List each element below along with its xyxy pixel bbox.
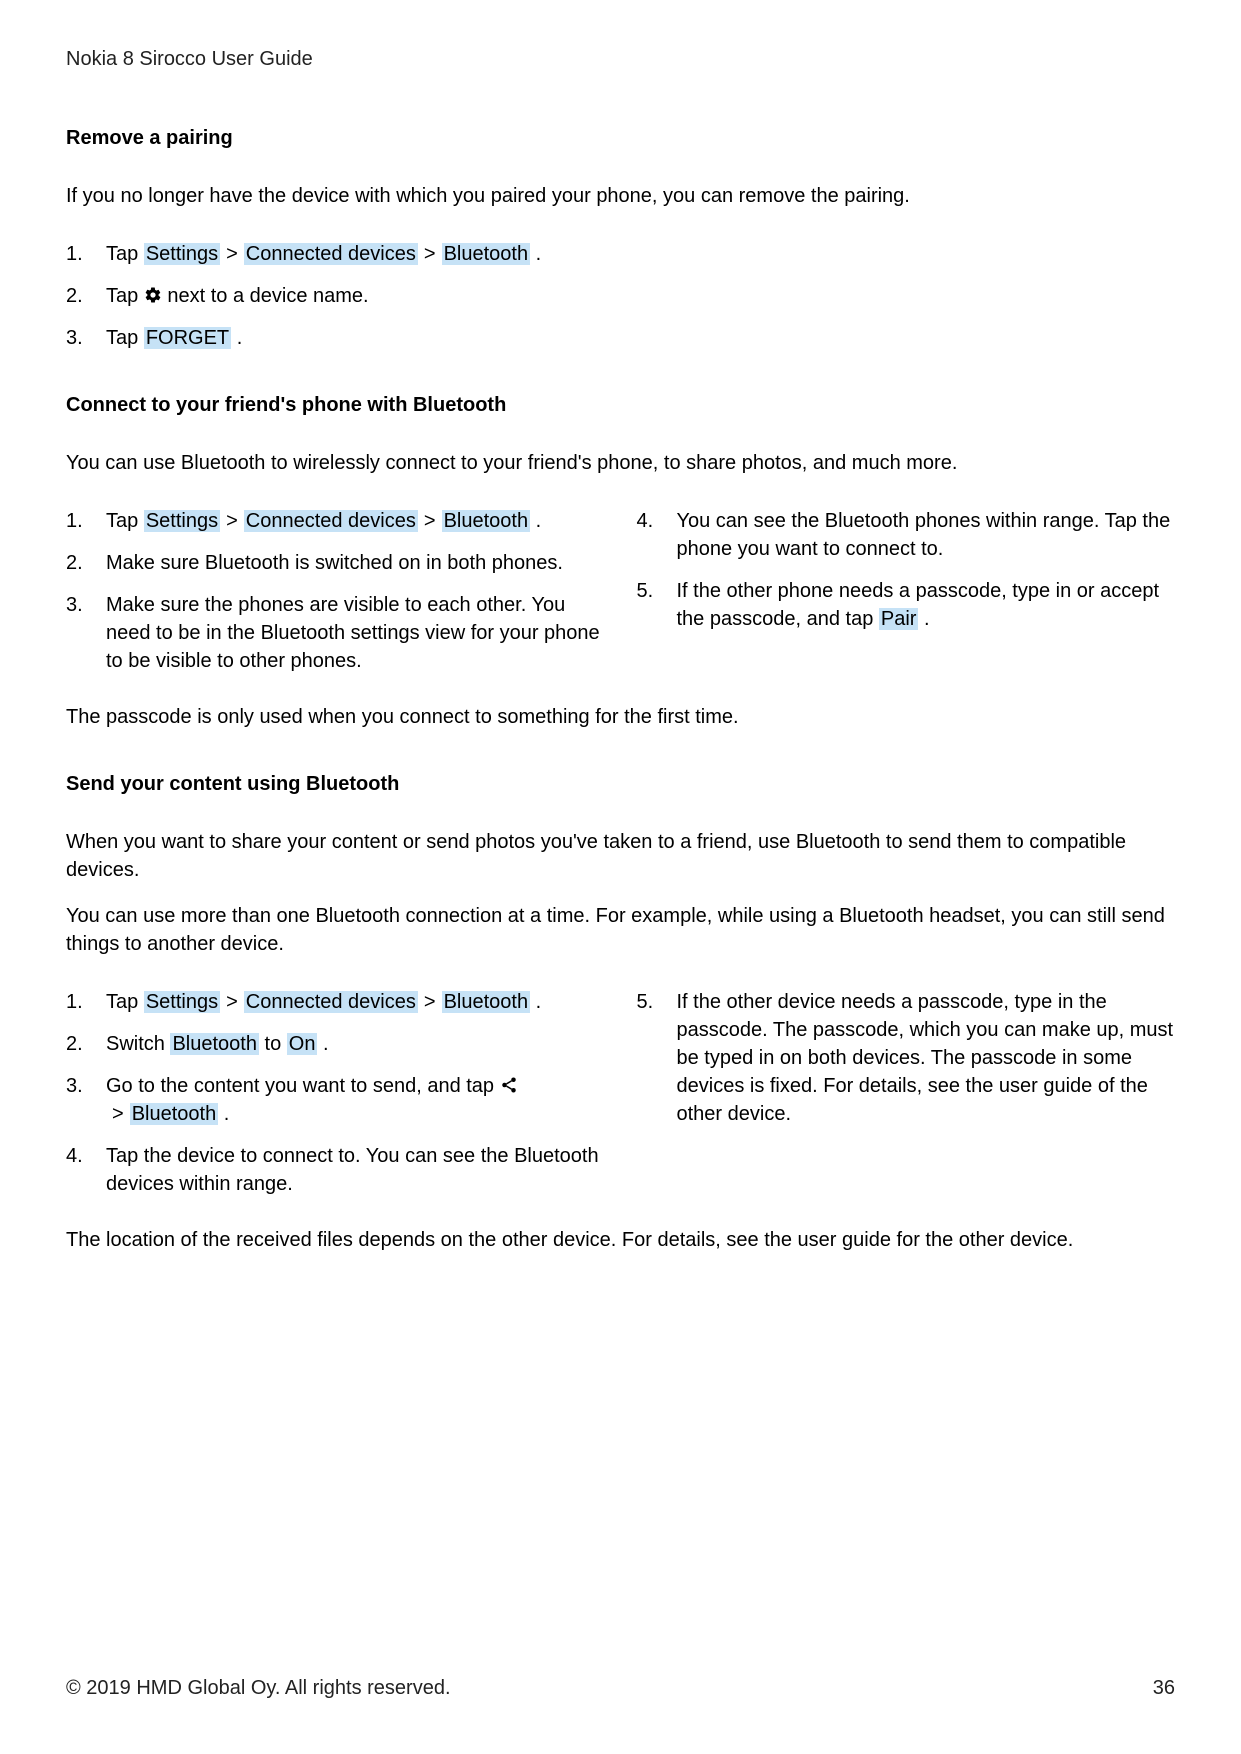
- ui-label-settings: Settings: [144, 510, 220, 532]
- step-item: Tap FORGET .: [66, 324, 1175, 352]
- ui-label-on: On: [287, 1033, 318, 1055]
- ui-label-connected-devices: Connected devices: [244, 510, 418, 532]
- ui-label-bluetooth: Bluetooth: [170, 1033, 259, 1055]
- heading-connect-friend: Connect to your friend's phone with Blue…: [66, 394, 1175, 417]
- breadcrumb-sep: >: [418, 991, 442, 1013]
- ui-label-settings: Settings: [144, 991, 220, 1013]
- ui-label-pair: Pair: [879, 608, 919, 630]
- step-text: .: [918, 608, 929, 630]
- steps-connect-friend: Tap Settings>Connected devices>Bluetooth…: [66, 507, 1175, 675]
- section-send-content: Send your content using Bluetooth When y…: [66, 773, 1175, 1254]
- share-icon: [500, 1075, 518, 1097]
- step-text: .: [218, 1103, 229, 1125]
- step-item: Tap Settings>Connected devices>Bluetooth…: [66, 507, 605, 535]
- step-item: Tap the device to connect to. You can se…: [66, 1142, 605, 1198]
- heading-remove-pairing: Remove a pairing: [66, 127, 1175, 150]
- breadcrumb-sep: >: [220, 243, 244, 265]
- step-text: .: [530, 243, 541, 265]
- ui-label-bluetooth: Bluetooth: [442, 510, 531, 532]
- steps-remove-pairing: Tap Settings>Connected devices>Bluetooth…: [66, 240, 1175, 352]
- breadcrumb-sep: >: [418, 510, 442, 532]
- ui-label-settings: Settings: [144, 243, 220, 265]
- section-remove-pairing: Remove a pairing If you no longer have t…: [66, 127, 1175, 352]
- step-text: Tap the device to connect to. You can se…: [106, 1145, 599, 1195]
- step-text: Tap: [106, 243, 144, 265]
- step-text: Tap: [106, 327, 144, 349]
- step-text: .: [231, 327, 242, 349]
- step-text: Tap: [106, 510, 144, 532]
- step-text: Go to the content you want to send, and …: [106, 1075, 500, 1097]
- breadcrumb-sep: >: [220, 991, 244, 1013]
- step-item: Tap next to a device name.: [66, 282, 1175, 310]
- intro-connect-friend: You can use Bluetooth to wirelessly conn…: [66, 449, 1175, 477]
- step-item: Go to the content you want to send, and …: [66, 1072, 605, 1128]
- postnote-send-content: The location of the received files depen…: [66, 1226, 1175, 1254]
- step-text: Make sure Bluetooth is switched on in bo…: [106, 552, 563, 574]
- ui-label-bluetooth: Bluetooth: [442, 991, 531, 1013]
- intro-send-content-1: When you want to share your content or s…: [66, 828, 1175, 884]
- step-text: next to a device name.: [162, 285, 369, 307]
- step-item: Make sure Bluetooth is switched on in bo…: [66, 549, 605, 577]
- step-text: Tap: [106, 991, 144, 1013]
- step-text: Make sure the phones are visible to each…: [106, 594, 600, 672]
- gear-icon: [144, 285, 162, 307]
- ui-label-bluetooth: Bluetooth: [442, 243, 531, 265]
- step-text: Switch: [106, 1033, 170, 1055]
- step-item: Make sure the phones are visible to each…: [66, 591, 605, 675]
- ui-label-connected-devices: Connected devices: [244, 991, 418, 1013]
- page-footer: © 2019 HMD Global Oy. All rights reserve…: [66, 1677, 1175, 1700]
- footer-copyright: © 2019 HMD Global Oy. All rights reserve…: [66, 1677, 451, 1700]
- step-text: If the other device needs a passcode, ty…: [677, 991, 1174, 1125]
- steps-send-content: Tap Settings>Connected devices>Bluetooth…: [66, 988, 1175, 1198]
- ui-label-connected-devices: Connected devices: [244, 243, 418, 265]
- intro-send-content-2: You can use more than one Bluetooth conn…: [66, 902, 1175, 958]
- ui-label-forget: FORGET: [144, 327, 231, 349]
- step-text: .: [530, 991, 541, 1013]
- ui-label-bluetooth: Bluetooth: [130, 1103, 219, 1125]
- heading-send-content: Send your content using Bluetooth: [66, 773, 1175, 796]
- footer-page-number: 36: [1153, 1677, 1175, 1700]
- breadcrumb-sep: >: [418, 243, 442, 265]
- doc-header-title: Nokia 8 Sirocco User Guide: [66, 48, 1175, 71]
- step-text: You can see the Bluetooth phones within …: [677, 510, 1171, 560]
- step-text: .: [530, 510, 541, 532]
- step-item: If the other device needs a passcode, ty…: [637, 988, 1176, 1128]
- postnote-connect-friend: The passcode is only used when you conne…: [66, 703, 1175, 731]
- step-item: Tap Settings>Connected devices>Bluetooth…: [66, 988, 605, 1016]
- step-text: Tap: [106, 285, 144, 307]
- breadcrumb-sep: >: [106, 1103, 130, 1125]
- intro-remove-pairing: If you no longer have the device with wh…: [66, 182, 1175, 210]
- step-text: to: [259, 1033, 287, 1055]
- breadcrumb-sep: >: [220, 510, 244, 532]
- step-item: You can see the Bluetooth phones within …: [637, 507, 1176, 563]
- step-text: .: [317, 1033, 328, 1055]
- step-item: Tap Settings>Connected devices>Bluetooth…: [66, 240, 1175, 268]
- step-item: If the other phone needs a passcode, typ…: [637, 577, 1176, 633]
- step-item: Switch Bluetooth to On .: [66, 1030, 605, 1058]
- section-connect-friend: Connect to your friend's phone with Blue…: [66, 394, 1175, 731]
